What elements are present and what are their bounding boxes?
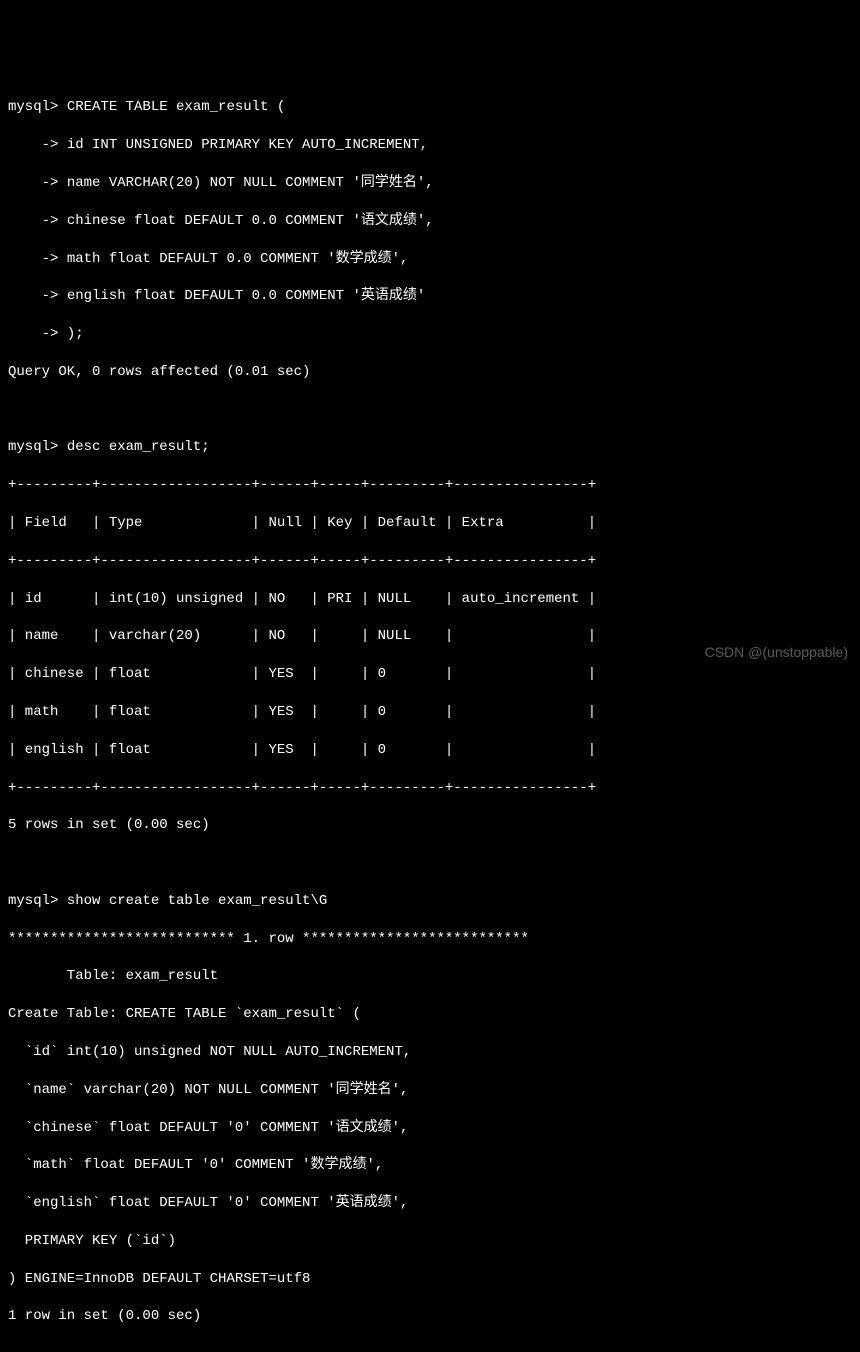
sql-text: name VARCHAR(20) NOT NULL COMMENT '同学姓名'… (67, 175, 434, 191)
show-line-2: `id` int(10) unsigned NOT NULL AUTO_INCR… (8, 1043, 852, 1062)
blank-line (8, 401, 852, 420)
show-command-line: mysql> show create table exam_result\G (8, 892, 852, 911)
sql-text: ); (67, 326, 84, 342)
mysql-terminal[interactable]: mysql> CREATE TABLE exam_result ( -> id … (8, 80, 852, 1346)
mysql-prompt: mysql> (8, 439, 67, 455)
mysql-prompt: mysql> (8, 893, 67, 909)
table-separator: +---------+------------------+------+---… (8, 552, 852, 571)
show-line-0: Table: exam_result (8, 967, 852, 986)
create-line-6: -> ); (8, 325, 852, 344)
create-line-0: mysql> CREATE TABLE exam_result ( (8, 98, 852, 117)
show-line-1: Create Table: CREATE TABLE `exam_result`… (8, 1005, 852, 1024)
sql-text: english float DEFAULT 0.0 COMMENT '英语成绩' (67, 288, 425, 304)
table-row: | id | int(10) unsigned | NO | PRI | NUL… (8, 590, 852, 609)
cont-prompt: -> (8, 213, 67, 229)
sql-text: CREATE TABLE exam_result ( (67, 99, 285, 115)
query-ok: Query OK, 0 rows affected (0.01 sec) (8, 363, 852, 382)
cont-prompt: -> (8, 137, 67, 153)
desc-command-line: mysql> desc exam_result; (8, 438, 852, 457)
table-separator: +---------+------------------+------+---… (8, 779, 852, 798)
table-row: | english | float | YES | | 0 | | (8, 741, 852, 760)
cont-prompt: -> (8, 251, 67, 267)
mysql-prompt: mysql> (8, 99, 67, 115)
show-command: show create table exam_result\G (67, 893, 327, 909)
table-row: | math | float | YES | | 0 | | (8, 703, 852, 722)
desc-command: desc exam_result; (67, 439, 210, 455)
create-line-1: -> id INT UNSIGNED PRIMARY KEY AUTO_INCR… (8, 136, 852, 155)
row-header: *************************** 1. row *****… (8, 930, 852, 949)
create-line-4: -> math float DEFAULT 0.0 COMMENT '数学成绩'… (8, 250, 852, 269)
watermark: CSDN @(unstoppable) (705, 643, 848, 662)
sql-text: chinese float DEFAULT 0.0 COMMENT '语文成绩'… (67, 213, 434, 229)
show-line-8: ) ENGINE=InnoDB DEFAULT CHARSET=utf8 (8, 1270, 852, 1289)
create-line-2: -> name VARCHAR(20) NOT NULL COMMENT '同学… (8, 174, 852, 193)
cont-prompt: -> (8, 288, 67, 304)
show-line-5: `math` float DEFAULT '0' COMMENT '数学成绩', (8, 1156, 852, 1175)
show-line-3: `name` varchar(20) NOT NULL COMMENT '同学姓… (8, 1081, 852, 1100)
desc-footer: 5 rows in set (0.00 sec) (8, 816, 852, 835)
cont-prompt: -> (8, 326, 67, 342)
show-line-7: PRIMARY KEY (`id`) (8, 1232, 852, 1251)
table-separator: +---------+------------------+------+---… (8, 476, 852, 495)
table-header: | Field | Type | Null | Key | Default | … (8, 514, 852, 533)
create-line-5: -> english float DEFAULT 0.0 COMMENT '英语… (8, 287, 852, 306)
create-line-3: -> chinese float DEFAULT 0.0 COMMENT '语文… (8, 212, 852, 231)
show-line-4: `chinese` float DEFAULT '0' COMMENT '语文成… (8, 1119, 852, 1138)
show-footer: 1 row in set (0.00 sec) (8, 1307, 852, 1326)
blank-line (8, 854, 852, 873)
cont-prompt: -> (8, 175, 67, 191)
sql-text: id INT UNSIGNED PRIMARY KEY AUTO_INCREME… (67, 137, 428, 153)
show-line-6: `english` float DEFAULT '0' COMMENT '英语成… (8, 1194, 852, 1213)
sql-text: math float DEFAULT 0.0 COMMENT '数学成绩', (67, 251, 409, 267)
table-row: | chinese | float | YES | | 0 | | (8, 665, 852, 684)
